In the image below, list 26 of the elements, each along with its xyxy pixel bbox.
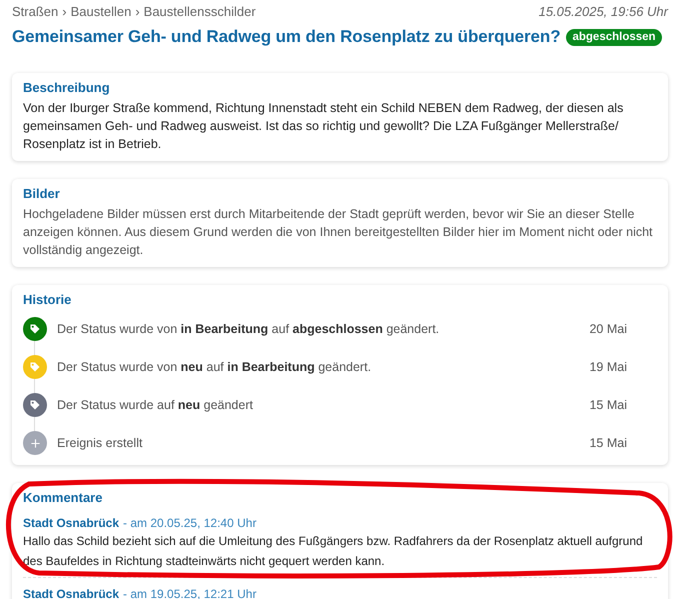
breadcrumb-link[interactable]: Baustellensschilder <box>144 4 256 20</box>
history-event-text: Ereignis erstellt <box>57 436 144 450</box>
breadcrumb-separator: › <box>62 4 67 20</box>
section-heading: Bilder <box>23 185 61 203</box>
comment-date: - am 20.05.25, 12:40 Uhr <box>123 515 256 531</box>
comment-author[interactable]: Stadt Osnabrück <box>23 515 120 531</box>
history-event-date: 15 Mai <box>589 398 627 412</box>
timestamp: 15.05.2025, 19:56 Uhr <box>538 4 668 20</box>
history-event-date: 15 Mai <box>589 436 627 450</box>
section-text: Von der Iburger Straße kommend, Richtung Innenstadt steht ein Schild NEBEN dem Radweg, der diesen als gemeinsamen Geh- und Radweg ausweist. Ist das so richtig und gewollt? Die LZA Fußgänger Mellerstraße/ Rosenplatz ist in Betrieb. <box>23 100 624 153</box>
comment-text: Hallo das Schild bezieht sich auf die Umleitung des Fußgängers bzw. Radfahrers da der Rosenplatz aktuell aufgrund des Baufeldes in Richtung stadteinwärts nicht gequert werden kann. <box>23 533 644 570</box>
history-event-date: 19 Mai <box>589 360 627 374</box>
breadcrumb-link[interactable]: Straßen <box>12 4 58 20</box>
history-event-text: Der Status wurde auf neu geändert <box>57 398 254 412</box>
section-text: Hochgeladene Bilder müssen erst durch Mitarbeitende der Stadt geprüft werden, bevor wir Sie an dieser Stelle anzeigen können. Aus diesem Grund werden die von Ihnen bereitgestellten Bilder hier im Moment nicht oder nicht vollständig angezeigt. <box>23 206 654 259</box>
breadcrumb-separator: › <box>135 4 140 20</box>
section-heading: Historie <box>23 291 72 309</box>
comment-author[interactable]: Stadt Osnabrück <box>23 586 120 599</box>
history-event-date: 20 Mai <box>589 322 627 336</box>
breadcrumb-link[interactable]: Baustellen <box>70 4 132 20</box>
history-event-text: Der Status wurde von in Bearbeitung auf abgeschlossen geändert. <box>57 322 440 336</box>
section-heading: Kommentare <box>23 489 104 507</box>
history-event-text: Der Status wurde von neu auf in Bearbeitung geändert. <box>57 360 372 374</box>
page-title: Gemeinsamer Geh- und Radweg um den Rosenplatz zu überqueren? <box>12 26 560 48</box>
section-heading: Beschreibung <box>23 79 111 97</box>
status-badge: abgeschlossen <box>566 28 662 46</box>
